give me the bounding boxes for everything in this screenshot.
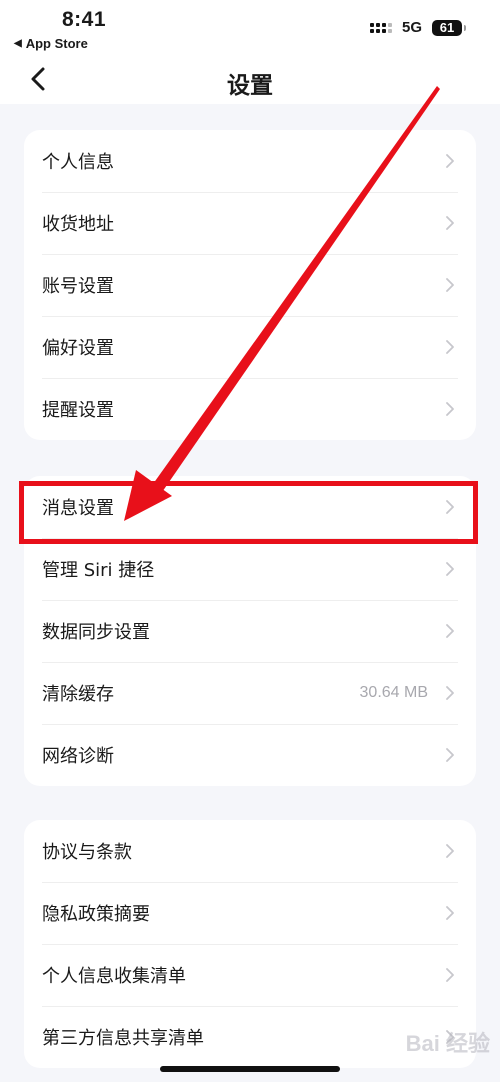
chevron-right-icon bbox=[446, 154, 454, 168]
battery-level: 61 bbox=[439, 20, 455, 35]
chevron-right-icon bbox=[446, 624, 454, 638]
back-to-app-store-link[interactable]: ◀ App Store bbox=[14, 36, 88, 51]
chevron-right-icon bbox=[446, 340, 454, 354]
settings-group-account: 个人信息 收货地址 账号设置 偏好设置 提醒设置 bbox=[24, 130, 476, 440]
row-label: 提醒设置 bbox=[42, 400, 114, 421]
status-bar: 8:41 ◀ App Store 5G 61 bbox=[0, 0, 500, 58]
settings-row-preferences[interactable]: 偏好设置 bbox=[24, 316, 476, 378]
row-label: 个人信息收集清单 bbox=[42, 966, 186, 987]
settings-row-network-diagnostics[interactable]: 网络诊断 bbox=[24, 724, 476, 786]
watermark: Bai 经验 bbox=[405, 1031, 490, 1056]
settings-row-data-sync[interactable]: 数据同步设置 bbox=[24, 600, 476, 662]
row-label: 个人信息 bbox=[42, 152, 114, 173]
row-label: 偏好设置 bbox=[42, 338, 114, 359]
row-label: 隐私政策摘要 bbox=[42, 904, 150, 925]
status-time: 8:41 bbox=[62, 8, 107, 31]
battery-icon: 61 bbox=[432, 19, 466, 36]
network-type: 5G bbox=[401, 19, 422, 36]
settings-row-siri-shortcuts[interactable]: 管理 Siri 捷径 bbox=[24, 538, 476, 600]
annotation-highlight-box bbox=[19, 481, 478, 544]
settings-row-personal-info[interactable]: 个人信息 bbox=[24, 130, 476, 192]
page-title: 设置 bbox=[227, 73, 273, 99]
chevron-right-icon bbox=[446, 216, 454, 230]
settings-row-account-settings[interactable]: 账号设置 bbox=[24, 254, 476, 316]
nav-bar: 设置 bbox=[0, 58, 500, 104]
chevron-right-icon bbox=[446, 402, 454, 416]
chevron-right-icon bbox=[446, 278, 454, 292]
row-label: 第三方信息共享清单 bbox=[42, 1028, 204, 1049]
settings-row-privacy-summary[interactable]: 隐私政策摘要 bbox=[24, 882, 476, 944]
settings-row-reminders[interactable]: 提醒设置 bbox=[24, 378, 476, 440]
settings-row-personal-info-collection[interactable]: 个人信息收集清单 bbox=[24, 944, 476, 1006]
chevron-right-icon bbox=[446, 844, 454, 858]
row-label: 管理 Siri 捷径 bbox=[42, 560, 155, 581]
row-label: 收货地址 bbox=[42, 214, 114, 235]
row-label: 网络诊断 bbox=[42, 746, 114, 767]
settings-row-shipping-address[interactable]: 收货地址 bbox=[24, 192, 476, 254]
row-label: 清除缓存 bbox=[42, 684, 114, 705]
back-triangle-icon: ◀ bbox=[14, 38, 22, 49]
home-indicator[interactable] bbox=[160, 1066, 340, 1072]
chevron-right-icon bbox=[446, 686, 454, 700]
settings-row-clear-cache[interactable]: 清除缓存 30.64 MB bbox=[24, 662, 476, 724]
cellular-signal-icon bbox=[369, 22, 392, 33]
cache-size-value: 30.64 MB bbox=[359, 684, 428, 701]
chevron-right-icon bbox=[446, 748, 454, 762]
row-label: 协议与条款 bbox=[42, 842, 132, 863]
status-indicators: 5G 61 bbox=[369, 19, 466, 36]
settings-row-terms[interactable]: 协议与条款 bbox=[24, 820, 476, 882]
chevron-right-icon bbox=[446, 562, 454, 576]
row-label: 数据同步设置 bbox=[42, 622, 150, 643]
row-label: 账号设置 bbox=[42, 276, 114, 297]
chevron-right-icon bbox=[446, 968, 454, 982]
chevron-right-icon bbox=[446, 906, 454, 920]
back-app-label: App Store bbox=[25, 36, 88, 51]
